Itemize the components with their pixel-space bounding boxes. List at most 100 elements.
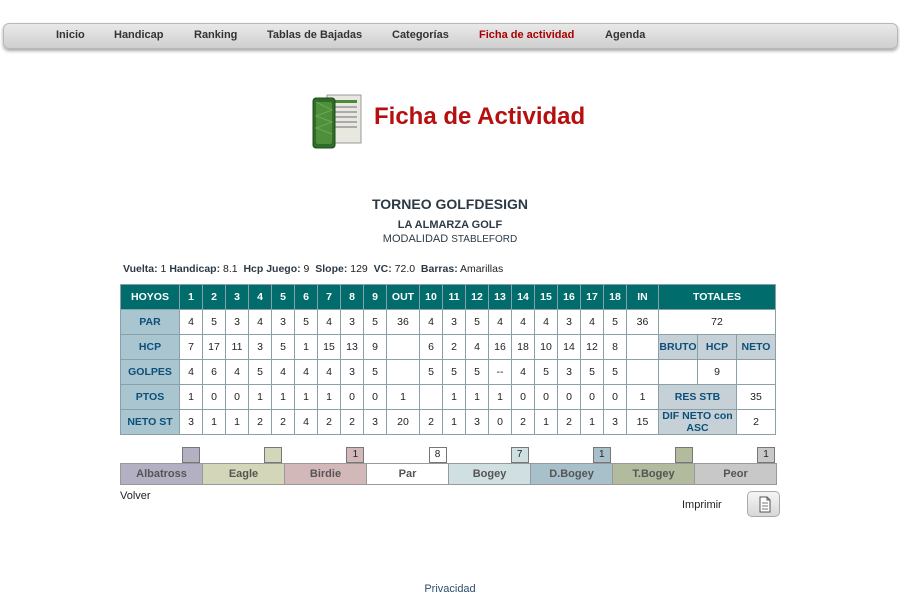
- info-label-vc: VC:: [373, 263, 392, 275]
- nav-categorias[interactable]: Categorías: [392, 29, 449, 41]
- score-cell: 4: [225, 359, 249, 385]
- score-cell: 4: [534, 309, 558, 335]
- header-cell: IN: [626, 284, 659, 310]
- header-cell: 9: [363, 284, 387, 310]
- score-cell: 1: [179, 384, 203, 410]
- header-cell: 16: [557, 284, 581, 310]
- score-cell: 8: [603, 334, 627, 360]
- score-cell: 5: [603, 359, 627, 385]
- header-cell: 7: [317, 284, 341, 310]
- header-cell: 3: [225, 284, 249, 310]
- score-legend: Albatross Eagle Birdie Par Bogey D.Bogey T.Bog…: [120, 463, 777, 485]
- legend-albatross: Albatross: [121, 464, 203, 484]
- score-cell: 5: [202, 309, 226, 335]
- score-cell: 0: [534, 384, 558, 410]
- score-cell: 2: [442, 334, 466, 360]
- modality: MODALIDAD STABLEFORD: [0, 233, 900, 245]
- score-cell: 0: [580, 384, 604, 410]
- legend-bogey: Bogey: [449, 464, 531, 484]
- score-cell: 5: [419, 359, 443, 385]
- info-value-hcp-juego: 9: [303, 263, 310, 275]
- row-label: HCP: [120, 334, 180, 360]
- totals-subheader: BRUTO: [658, 334, 698, 360]
- score-cell: 36: [626, 309, 659, 335]
- scorecard-row: NETO ST 3 1 1 2 2 4 2 2 3 20 2 1 3 0 2 1 2 1 3 15 DIF NETO co…: [120, 409, 776, 435]
- scorecard-row: GOLPES 4 6 4 5 4 4 4 3 5 5 5 5 -- 4 5 3 5 5 9: [120, 359, 776, 385]
- score-cell: 4: [179, 359, 203, 385]
- score-cell: 5: [363, 309, 387, 335]
- main-navigation: Inicio Handicap Ranking Tablas de Bajada…: [3, 23, 898, 49]
- scorecard-table: HOYOS 1 2 3 4 5 6 7 8 9 OUT 10 11 12 13 14 15 16 17 18 IN TOT…: [120, 284, 776, 435]
- header-cell: 10: [419, 284, 443, 310]
- nav-ranking[interactable]: Ranking: [194, 29, 237, 41]
- score-cell: 6: [419, 334, 443, 360]
- row-label: PTOS: [120, 384, 180, 410]
- score-cell: [386, 359, 420, 385]
- score-cell: 1: [294, 334, 318, 360]
- info-label-slope: Slope:: [315, 263, 348, 275]
- privacy-link[interactable]: Privacidad: [0, 583, 900, 595]
- score-cell: 0: [488, 409, 512, 435]
- totals-subvalue: [658, 359, 698, 385]
- score-cell: 1: [225, 409, 249, 435]
- score-cell: 5: [442, 359, 466, 385]
- score-cell: 1: [248, 384, 272, 410]
- score-cell: 14: [557, 334, 581, 360]
- legend-par: Par: [367, 464, 449, 484]
- back-link[interactable]: Volver: [120, 490, 151, 502]
- page-title: Ficha de Actividad: [374, 103, 586, 130]
- dif-neto-value: 2: [736, 409, 776, 435]
- header-cell: 5: [271, 284, 295, 310]
- info-label-barras: Barras:: [420, 263, 458, 275]
- score-cell: 1: [534, 409, 558, 435]
- score-cell: 7: [179, 334, 203, 360]
- score-cell: 9: [363, 334, 387, 360]
- score-cell: 17: [202, 334, 226, 360]
- header-cell: 6: [294, 284, 318, 310]
- score-cell: 5: [603, 309, 627, 335]
- nav-ficha-actividad[interactable]: Ficha de actividad: [479, 29, 574, 41]
- score-cell: 4: [511, 359, 535, 385]
- document-icon: [759, 496, 771, 513]
- score-cell: 3: [465, 409, 489, 435]
- score-cell: 0: [557, 384, 581, 410]
- header-cell: OUT: [386, 284, 420, 310]
- nav-tablas-bajadas[interactable]: Tablas de Bajadas: [267, 29, 362, 41]
- header-cell: 13: [488, 284, 512, 310]
- score-cell: 0: [363, 384, 387, 410]
- legend-dbogey: D.Bogey: [531, 464, 613, 484]
- info-value-barras: Amarillas: [460, 263, 504, 275]
- tournament-name: TORNEO GOLFDESIGN: [371, 196, 529, 212]
- info-label-handicap: Handicap:: [169, 263, 221, 275]
- score-cell: 2: [557, 409, 581, 435]
- score-cell: 3: [340, 309, 364, 335]
- score-cell: [386, 334, 420, 360]
- score-cell: 3: [340, 359, 364, 385]
- score-cell: 16: [488, 334, 512, 360]
- score-cell: 4: [465, 334, 489, 360]
- score-cell: 10: [534, 334, 558, 360]
- distribution-count-bogey: 7: [510, 447, 529, 463]
- scorecard-logo-icon: [312, 94, 362, 149]
- score-cell: 4: [488, 309, 512, 335]
- nav-agenda[interactable]: Agenda: [605, 29, 645, 41]
- totals-header: TOTALES: [658, 284, 776, 310]
- print-button[interactable]: [747, 491, 780, 517]
- score-cell: 20: [386, 409, 420, 435]
- nav-inicio[interactable]: Inicio: [56, 29, 85, 41]
- score-cell: 2: [271, 409, 295, 435]
- info-value-slope: 129: [350, 263, 368, 275]
- score-cell: 5: [465, 309, 489, 335]
- score-cell: 4: [179, 309, 203, 335]
- score-cell: 11: [225, 334, 249, 360]
- distribution-count-peor: 1: [757, 447, 775, 463]
- legend-eagle: Eagle: [203, 464, 285, 484]
- totals-subheader: NETO: [736, 334, 776, 360]
- score-cell: 1: [386, 384, 420, 410]
- score-cell: 0: [340, 384, 364, 410]
- score-cell: 3: [442, 309, 466, 335]
- score-cell: 4: [419, 309, 443, 335]
- distribution-count-tbogey: [674, 447, 693, 463]
- score-cell: 5: [248, 359, 272, 385]
- nav-handicap[interactable]: Handicap: [114, 29, 164, 41]
